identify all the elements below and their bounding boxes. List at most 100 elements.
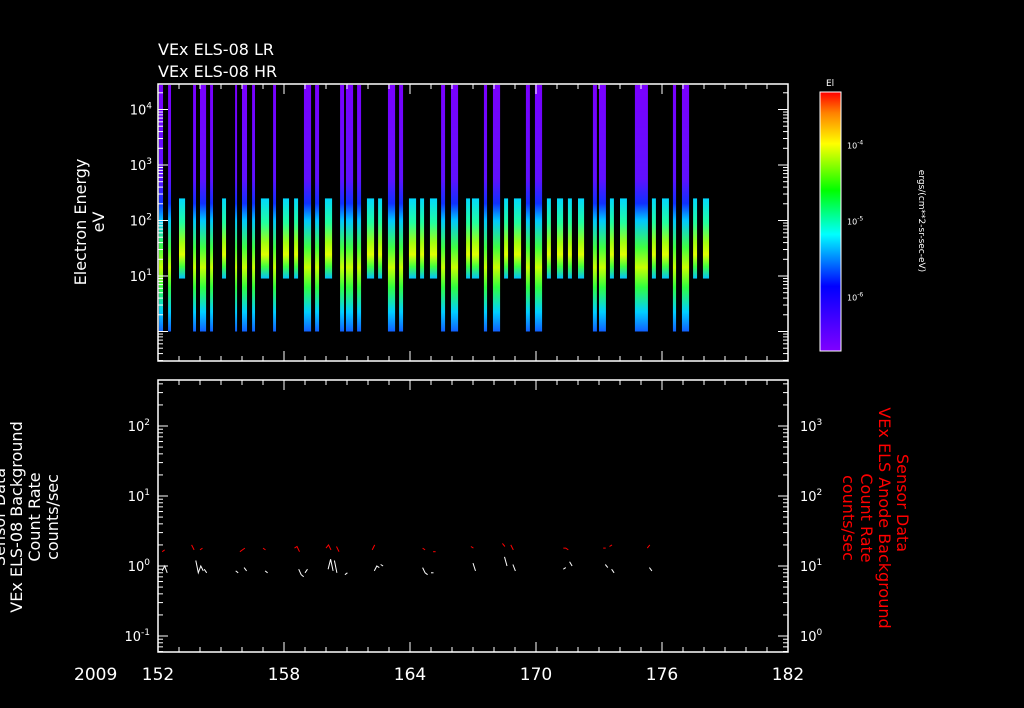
series-segment xyxy=(373,565,380,572)
lr-pass-bar xyxy=(450,85,459,332)
hr-pass-bar xyxy=(504,198,509,279)
series-segment xyxy=(472,562,476,572)
y-tick-label-left: 10-1 xyxy=(124,628,150,645)
x-tick-label: 170 xyxy=(520,665,552,685)
y-tick-label-right: 102 xyxy=(800,488,822,505)
lr-pass-bar xyxy=(634,85,648,332)
lr-pass-bar xyxy=(672,85,677,332)
colorbar-title: El xyxy=(826,79,834,89)
series-segment xyxy=(304,568,308,574)
right-ylabel-line2: VEx ELS Anode Background xyxy=(875,407,894,628)
lr-pass-bar xyxy=(235,85,238,332)
hr-pass-bar xyxy=(378,198,383,279)
panel-title-lr: VEx ELS-08 LR xyxy=(158,40,274,59)
energy-axis-unit: eV xyxy=(89,212,108,233)
lr-pass-bar xyxy=(399,85,404,332)
hr-pass-bar xyxy=(466,198,471,279)
series-segment xyxy=(195,560,204,575)
series-segment xyxy=(563,567,567,570)
series-segment xyxy=(239,547,246,553)
series-segment xyxy=(512,564,516,572)
hr-pass-bar xyxy=(609,198,614,279)
x-tick-label: 176 xyxy=(646,665,678,685)
hr-pass-bar xyxy=(222,198,227,279)
hr-pass-bar xyxy=(179,198,186,279)
series-segment xyxy=(325,543,332,551)
lr-pass-bar xyxy=(492,85,501,332)
spectrogram-bars xyxy=(159,85,710,332)
lr-pass-bar xyxy=(441,85,446,332)
series-segment xyxy=(294,545,300,552)
series-segment xyxy=(502,543,506,547)
lr-pass-bar xyxy=(193,85,197,332)
right-ylabel-line3: Count Rate xyxy=(857,473,876,562)
lr-pass-bar xyxy=(252,85,256,332)
hr-pass-bar xyxy=(260,198,270,279)
hr-pass-bar xyxy=(557,198,564,279)
left-ylabel-line4: counts/sec xyxy=(43,474,62,560)
right-ylabel-line1: Sensor Data xyxy=(893,454,912,552)
series-segment xyxy=(235,570,239,574)
lr-pass-bar xyxy=(599,85,606,332)
series-segment xyxy=(646,544,651,549)
hr-pass-bar xyxy=(294,198,299,279)
colorbar-tick-label: 10-5 xyxy=(847,216,863,227)
left-ylabel-line3: Count Rate xyxy=(25,472,44,561)
lr-pass-bar xyxy=(340,85,345,332)
hr-pass-bar xyxy=(620,198,627,279)
hr-pass-bar xyxy=(651,198,656,279)
lr-pass-bar xyxy=(210,85,214,332)
lr-pass-bar xyxy=(357,85,362,332)
lr-pass-bar xyxy=(303,85,312,332)
series-segment xyxy=(243,567,247,572)
series-segment xyxy=(611,568,615,574)
lr-pass-bar xyxy=(168,85,172,332)
y-tick-label-right: 101 xyxy=(800,558,822,575)
hr-pass-bar xyxy=(471,198,480,279)
colorbar-tick-label: 10-6 xyxy=(847,292,863,303)
lr-pass-bar xyxy=(525,85,530,332)
y-tick-label-right: 100 xyxy=(800,628,823,645)
series-segment xyxy=(609,544,613,547)
hr-pass-bar xyxy=(408,198,417,279)
hr-pass-bar xyxy=(693,198,698,279)
y-tick-label: 101 xyxy=(130,268,152,285)
series-segment xyxy=(371,544,376,551)
hr-pass-bar xyxy=(324,198,333,279)
right-ylabel-line4: counts/sec xyxy=(839,475,858,561)
y-tick-label: 104 xyxy=(130,102,153,119)
lr-pass-bar xyxy=(534,85,543,332)
series-segment xyxy=(422,547,426,551)
x-tick-label: 152 xyxy=(142,665,174,685)
series-segment xyxy=(470,546,474,549)
hr-pass-bar xyxy=(429,198,438,279)
series-segment xyxy=(199,547,203,551)
hr-pass-bar xyxy=(567,198,572,279)
hr-pass-bar xyxy=(282,198,290,279)
y-tick-label-right: 103 xyxy=(800,418,822,435)
y-tick-label: 102 xyxy=(130,213,152,230)
series-segment xyxy=(191,544,195,551)
series-segment xyxy=(422,567,428,576)
year-label: 2009 xyxy=(74,665,117,685)
left-ylabel-line2: VEx ELS-08 Background xyxy=(7,421,26,612)
lr-pass-bar xyxy=(483,85,488,332)
spectrogram-figure: VEx ELS-08 LR VEx ELS-08 HR 152 158 164 170… xyxy=(0,40,926,685)
series-segment xyxy=(569,561,573,567)
series-segment xyxy=(262,547,266,551)
hr-pass-bar xyxy=(366,198,375,279)
bottom-panel-frame xyxy=(157,379,789,653)
lr-pass-bar xyxy=(273,85,277,332)
series-segment xyxy=(161,549,165,553)
series-segment xyxy=(344,572,348,576)
series-segment xyxy=(604,564,609,568)
lr-pass-bar xyxy=(592,85,597,332)
lr-pass-bar xyxy=(200,85,207,332)
series-segment xyxy=(504,556,508,567)
y-tick-label-left: 101 xyxy=(128,488,150,505)
hr-pass-bar xyxy=(578,198,585,279)
energy-axis-label: Electron Energy xyxy=(71,159,90,286)
x-tick-label: 158 xyxy=(268,665,300,685)
series-segment xyxy=(563,547,569,551)
series-segment xyxy=(510,544,514,551)
